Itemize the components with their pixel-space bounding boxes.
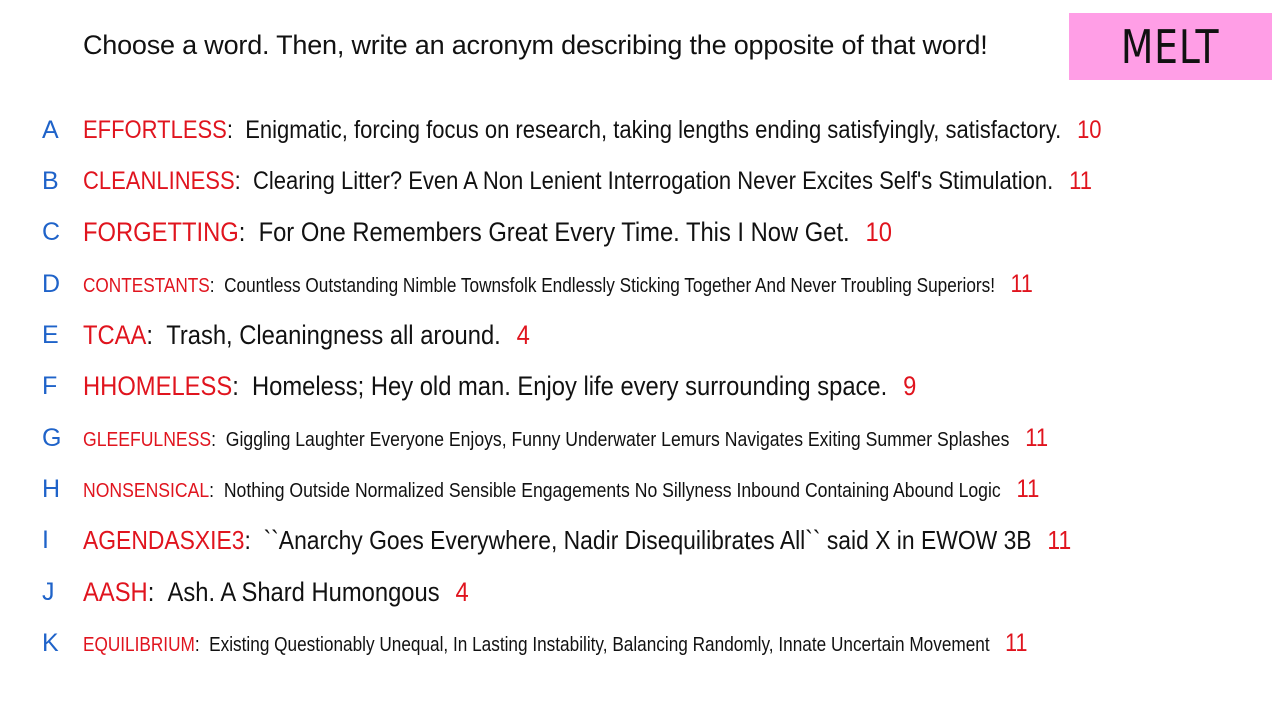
entry-acronym: Giggling Laughter Everyone Enjoys, Funny… [225, 428, 1010, 451]
entry-letter: K [42, 628, 59, 657]
instruction-title: Choose a word. Then, write an acronym de… [83, 30, 988, 60]
entry-score: 11 [1047, 524, 1072, 555]
entry-word: TCAA [83, 319, 147, 350]
entry-content: HHOMELESS: Homeless; Hey old man. Enjoy … [83, 371, 916, 402]
entry-colon: : [232, 370, 253, 401]
entry-letter: I [42, 525, 49, 554]
entry-colon: : [238, 216, 259, 247]
entry-acronym: Ash. A Shard Humongous [167, 576, 440, 607]
entry-colon: : [244, 524, 264, 555]
entry-row-k: K EQUILIBRIUM: Existing Questionably Une… [0, 623, 1280, 663]
entry-score: 4 [516, 319, 530, 350]
entry-letter: J [42, 577, 55, 606]
entry-word: GLEEFULNESS [83, 428, 212, 451]
entry-colon: : [211, 428, 226, 451]
entry-content: NONSENSICAL: Nothing Outside Normalized … [83, 475, 1039, 504]
entry-colon: : [209, 274, 225, 297]
entry-colon: : [147, 576, 168, 607]
entry-letter: E [42, 320, 59, 349]
entry-content: EFFORTLESS: Enigmatic, forcing focus on … [83, 116, 1102, 145]
entry-letter: B [42, 166, 59, 195]
entry-letter: G [42, 423, 62, 452]
entry-acronym: Clearing Litter? Even A Non Lenient Inte… [252, 166, 1054, 195]
entry-content: FORGETTING: For One Remembers Great Ever… [83, 217, 892, 248]
entry-content: EQUILIBRIUM: Existing Questionably Unequ… [83, 629, 1027, 658]
entry-word: EFFORTLESS [83, 115, 227, 144]
entry-content: GLEEFULNESS: Giggling Laughter Everyone … [83, 424, 1048, 453]
entry-word: EQUILIBRIUM [83, 633, 195, 656]
entry-word: HHOMELESS [83, 370, 233, 401]
entry-letter: A [42, 115, 59, 144]
entry-score: 11 [1069, 166, 1092, 195]
entry-word: AGENDASXIE3 [83, 524, 245, 555]
entry-row-j: J AASH: Ash. A Shard Humongous 4 [0, 572, 1280, 612]
entry-word: NONSENSICAL [83, 479, 210, 502]
entry-acronym: Existing Questionably Unequal, In Lastin… [209, 633, 990, 656]
entry-row-i: I AGENDASXIE3: ``Anarchy Goes Everywhere… [0, 520, 1280, 560]
entry-row-a: A EFFORTLESS: Enigmatic, forcing focus o… [0, 110, 1280, 150]
entry-word: CONTESTANTS [83, 274, 210, 297]
entry-row-c: C FORGETTING: For One Remembers Great Ev… [0, 212, 1280, 252]
entry-row-f: F HHOMELESS: Homeless; Hey old man. Enjo… [0, 366, 1280, 406]
entry-letter: D [42, 269, 61, 298]
entry-content: CLEANLINESS: Clearing Litter? Even A Non… [83, 167, 1092, 196]
entry-content: AASH: Ash. A Shard Humongous 4 [83, 577, 469, 608]
entry-content: AGENDASXIE3: ``Anarchy Goes Everywhere, … [83, 525, 1071, 556]
entry-row-g: G GLEEFULNESS: Giggling Laughter Everyon… [0, 418, 1280, 458]
entry-score: 11 [1005, 628, 1028, 657]
entry-acronym: Nothing Outside Normalized Sensible Enga… [223, 479, 1001, 502]
entry-score: 11 [1010, 269, 1033, 298]
entry-acronym: Enigmatic, forcing focus on research, ta… [245, 115, 1062, 144]
entry-word: FORGETTING [83, 216, 239, 247]
entry-colon: : [194, 633, 210, 656]
entry-score: 11 [1025, 423, 1049, 452]
entry-acronym: Trash, Cleaningness all around. [166, 319, 501, 350]
entry-word: CLEANLINESS [83, 166, 235, 195]
entry-acronym: ``Anarchy Goes Everywhere, Nadir Disequi… [263, 524, 1032, 555]
entry-row-d: D CONTESTANTS: Countless Outstanding Nim… [0, 264, 1280, 304]
entry-letter: C [42, 217, 61, 246]
entry-letter: H [42, 474, 61, 503]
entry-row-b: B CLEANLINESS: Clearing Litter? Even A N… [0, 161, 1280, 201]
entry-acronym: For One Remembers Great Every Time. This… [258, 216, 850, 247]
entry-acronym: Homeless; Hey old man. Enjoy life every … [252, 370, 888, 401]
entry-colon: : [234, 166, 253, 195]
entry-content: CONTESTANTS: Countless Outstanding Nimbl… [83, 270, 1033, 299]
entry-colon: : [146, 319, 167, 350]
entry-row-e: E TCAA: Trash, Cleaningness all around. 4 [0, 315, 1280, 355]
entry-letter: F [42, 371, 58, 400]
entry-row-h: H NONSENSICAL: Nothing Outside Normalize… [0, 469, 1280, 509]
melt-badge: MELT [1069, 13, 1272, 80]
entry-acronym: Countless Outstanding Nimble Townsfolk E… [224, 274, 996, 297]
entry-score: 10 [865, 216, 892, 247]
entry-colon: : [209, 479, 224, 502]
entry-score: 10 [1077, 115, 1102, 144]
entry-word: AASH [83, 576, 148, 607]
entry-content: TCAA: Trash, Cleaningness all around. 4 [83, 320, 530, 351]
entry-score: 9 [903, 370, 917, 401]
entry-score: 11 [1016, 474, 1040, 503]
entry-score: 4 [455, 576, 469, 607]
entry-colon: : [226, 115, 246, 144]
badge-label: MELT [1121, 19, 1220, 74]
